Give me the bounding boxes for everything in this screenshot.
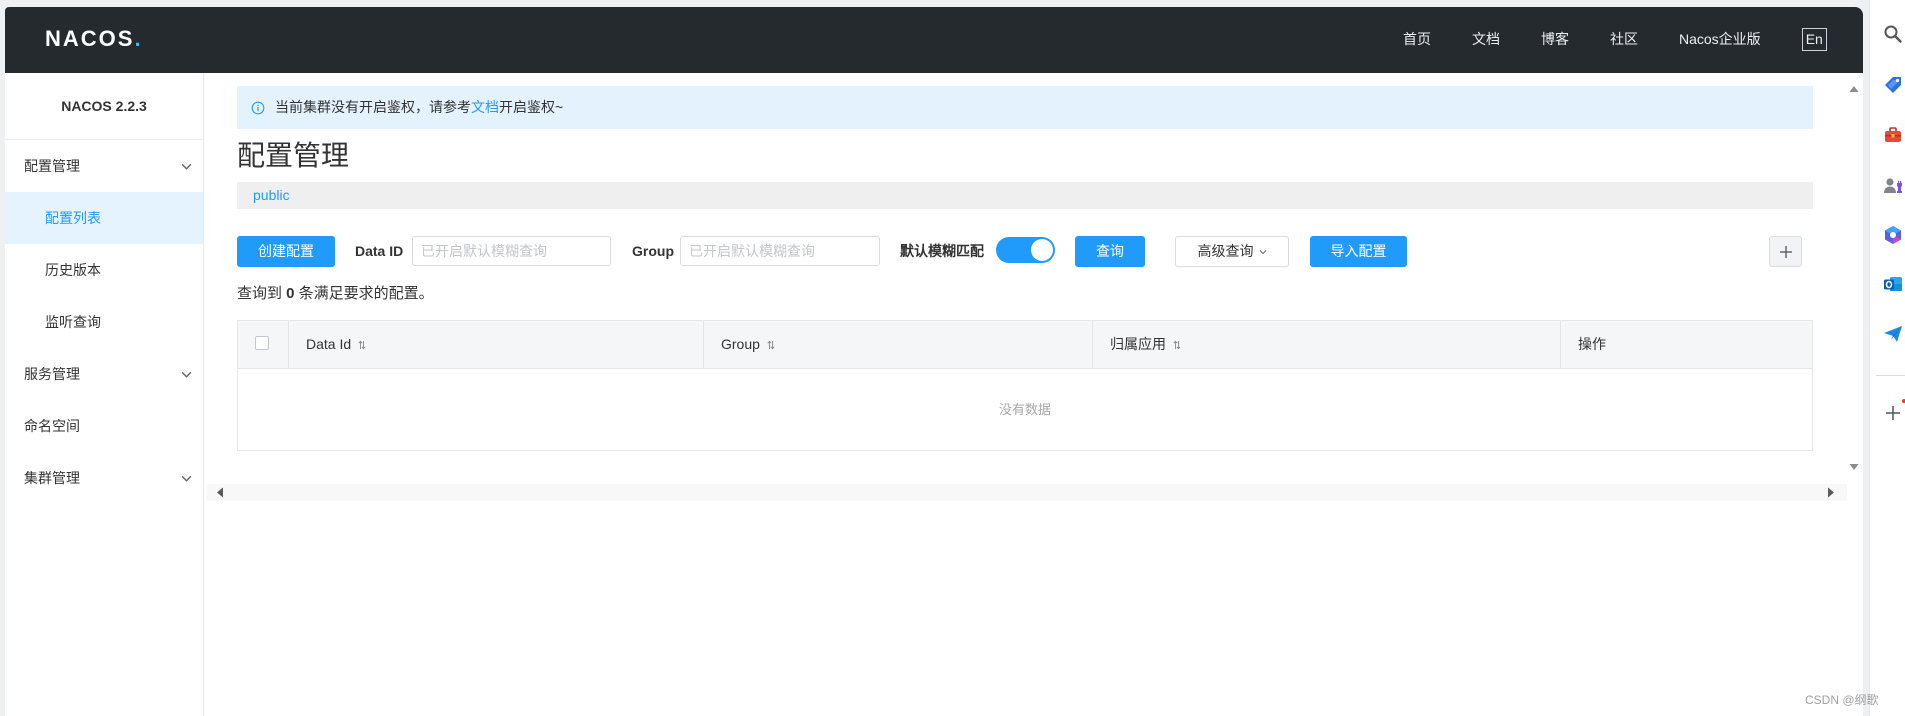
nav-home[interactable]: 首页 [1403,27,1431,51]
nav-enterprise[interactable]: Nacos企业版 [1679,27,1761,51]
nacos-logo[interactable]: NACOS. [45,27,141,51]
games-icon[interactable] [1883,175,1903,195]
nav-docs[interactable]: 文档 [1472,27,1500,51]
sort-icon[interactable] [767,340,775,350]
create-config-button[interactable]: 创建配置 [237,236,335,267]
top-navbar: NACOS. 首页 文档 博客 社区 Nacos企业版 En [5,7,1863,73]
scroll-up-arrow-icon[interactable] [1849,85,1859,93]
page-title: 配置管理 [237,140,350,171]
sidebar-item-service-management[interactable]: 服务管理 [5,348,203,400]
data-id-input[interactable] [412,236,611,266]
sidebar-item-label: 配置管理 [24,158,80,174]
version-label: NACOS 2.2.3 [5,73,203,140]
column-label: 归属应用 [1110,336,1166,352]
logo-dot: . [134,26,141,51]
data-id-label: Data ID [355,243,404,259]
sidebar-item-listener-query[interactable]: 监听查询 [5,296,203,348]
outlook-icon[interactable] [1883,274,1903,294]
horizontal-scrollbar[interactable] [207,484,1847,501]
select-all-cell [238,321,288,368]
browser-side-panel [1869,0,1905,716]
send-icon[interactable] [1883,324,1903,344]
sidebar-item-config-list[interactable]: 配置列表 [5,192,203,244]
chevron-down-icon [181,475,192,482]
column-header-actions: 操作 [1560,321,1812,368]
notice-text-before: 当前集群没有开启鉴权，请参考 [275,99,471,115]
add-icon[interactable] [1883,403,1903,423]
table-header: Data Id Group 归属应用 操作 [238,321,1812,369]
nav-blog[interactable]: 博客 [1541,27,1569,51]
group-input[interactable] [680,236,880,266]
column-label: Data Id [306,336,352,352]
sidebar-item-label: 命名空间 [24,418,80,434]
config-table: Data Id Group 归属应用 操作 没有数据 [237,320,1813,451]
sidebar-item-cluster-management[interactable]: 集群管理 [5,452,203,504]
switch-knob [1031,239,1053,261]
results-count: 0 [286,285,295,302]
header-nav: 首页 文档 博客 社区 Nacos企业版 En [1403,27,1827,51]
notice-text-after: 开启鉴权~ [499,99,564,115]
fuzzy-match-label: 默认模糊匹配 [900,243,984,259]
watermark: CSDN @纲歌 [1805,693,1879,707]
results-summary: 查询到 0 条满足要求的配置。 [237,283,434,305]
toolbox-icon[interactable] [1883,125,1903,145]
sidebar-item-label: 监听查询 [45,314,101,330]
sort-icon[interactable] [358,340,366,350]
copilot-icon[interactable] [1883,225,1903,245]
column-header-group[interactable]: Group [703,321,1092,368]
empty-state: 没有数据 [998,402,1051,417]
plus-icon [1780,246,1792,258]
sort-icon[interactable] [1173,340,1181,350]
sidebar-item-namespace[interactable]: 命名空间 [5,400,203,452]
fuzzy-match-switch[interactable] [996,237,1055,263]
sidebar-item-label: 服务管理 [24,366,80,382]
advanced-query-button[interactable]: 高级查询 [1175,236,1289,267]
advanced-query-label: 高级查询 [1197,243,1254,259]
sidebar-item-label: 历史版本 [45,262,101,278]
group-label: Group [632,243,674,259]
column-label: Group [721,336,760,352]
language-toggle[interactable]: En [1801,27,1827,51]
sidebar-item-config-management[interactable]: 配置管理 [5,140,203,192]
column-header-app[interactable]: 归属应用 [1092,321,1560,368]
sidebar-menu: 配置管理 配置列表 历史版本 监听查询 服务管理 命名空间 集群管理 [5,140,203,504]
sidebar: NACOS 2.2.3 配置管理 配置列表 历史版本 监听查询 服务管理 命名空… [5,73,204,716]
results-prefix: 查询到 [237,285,287,302]
chevron-down-icon [1259,250,1266,255]
main-content: 当前集群没有开启鉴权，请参考文档开启鉴权~ 配置管理 public 创建配置 D… [204,73,1863,716]
info-icon [251,101,265,115]
panel-divider [1876,375,1905,376]
notice-text: 当前集群没有开启鉴权，请参考文档开启鉴权~ [275,86,563,129]
namespace-bar: public [237,182,1813,209]
select-all-checkbox[interactable] [255,336,269,350]
sidebar-item-history[interactable]: 历史版本 [5,244,203,296]
import-config-button[interactable]: 导入配置 [1310,236,1407,267]
namespace-public[interactable]: public [253,182,290,209]
query-button[interactable]: 查询 [1075,236,1145,267]
add-column-button[interactable] [1769,236,1802,267]
scroll-right-arrow-icon[interactable] [1827,487,1835,498]
results-suffix: 条满足要求的配置。 [294,285,434,302]
scroll-down-arrow-icon[interactable] [1849,463,1859,471]
scroll-left-arrow-icon[interactable] [216,487,224,498]
sidebar-item-label: 集群管理 [24,470,80,486]
chevron-down-icon [181,163,192,170]
notice-docs-link[interactable]: 文档 [471,99,499,115]
column-header-data-id[interactable]: Data Id [288,321,703,368]
logo-text: NACOS [45,26,135,51]
chevron-down-icon [181,371,192,378]
auth-notice: 当前集群没有开启鉴权，请参考文档开启鉴权~ [237,86,1813,129]
tag-icon[interactable] [1883,75,1903,95]
sidebar-item-label: 配置列表 [45,210,101,226]
search-icon[interactable] [1883,24,1903,44]
column-label: 操作 [1578,336,1606,352]
table-body: 没有数据 [238,369,1812,450]
nav-community[interactable]: 社区 [1610,27,1638,51]
